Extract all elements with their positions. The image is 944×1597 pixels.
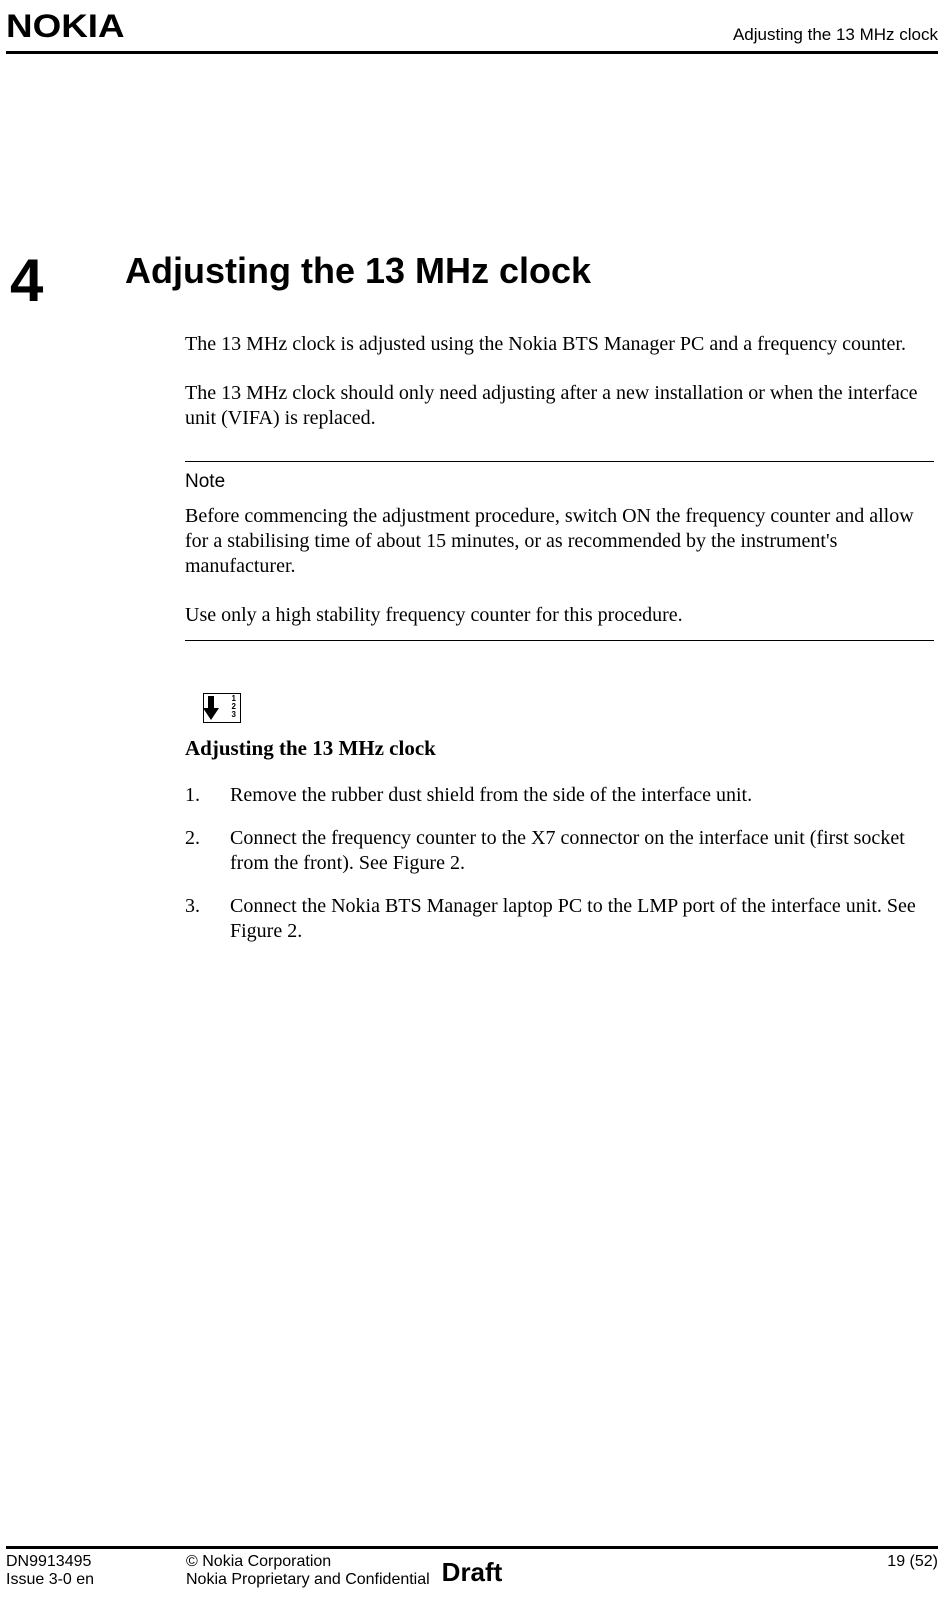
- procedure-icon: 1 2 3: [203, 693, 241, 723]
- chapter-number: 4: [10, 246, 43, 315]
- body-text: The 13 MHz clock is adjusted using the N…: [185, 332, 934, 944]
- header-rule: [6, 51, 938, 54]
- step-number: 1.: [185, 783, 230, 808]
- procedure-title: Adjusting the 13 MHz clock: [185, 735, 934, 761]
- content-area: 4 Adjusting the 13 MHz clock The 13 MHz …: [0, 250, 944, 962]
- note-rule-bottom: [185, 640, 934, 641]
- step-text: Connect the frequency counter to the X7 …: [230, 826, 934, 876]
- step-text: Remove the rubber dust shield from the s…: [230, 783, 934, 808]
- step-number: 2.: [185, 826, 230, 876]
- page-header: NOKIA Adjusting the 13 MHz clock: [0, 0, 944, 51]
- procedure-icon-digit: 3: [232, 711, 236, 719]
- running-title: Adjusting the 13 MHz clock: [733, 25, 938, 45]
- note-rule-top: [185, 461, 934, 462]
- note-paragraph: Before commencing the adjustment procedu…: [185, 504, 934, 579]
- page-footer: Draft DN9913495 © Nokia Corporation 19 (…: [6, 1546, 938, 1589]
- nokia-logo: NOKIA: [6, 8, 125, 45]
- intro-paragraph: The 13 MHz clock is adjusted using the N…: [185, 332, 934, 357]
- draft-status: Draft: [442, 1557, 503, 1588]
- procedure-icon-digits: 1 2 3: [232, 695, 236, 719]
- chapter-title: Adjusting the 13 MHz clock: [125, 250, 934, 292]
- page-number: 19 (52): [858, 1553, 938, 1571]
- procedure-step: 1. Remove the rubber dust shield from th…: [185, 783, 934, 808]
- issue: Issue 3-0 en: [6, 1571, 186, 1589]
- procedure-step: 2. Connect the frequency counter to the …: [185, 826, 934, 876]
- intro-paragraph: The 13 MHz clock should only need adjust…: [185, 381, 934, 431]
- arrow-down-icon: [203, 708, 219, 720]
- confidentiality: Nokia Proprietary and Confidential: [186, 1571, 858, 1589]
- page: NOKIA Adjusting the 13 MHz clock 4 Adjus…: [0, 0, 944, 1597]
- procedure-step: 3. Connect the Nokia BTS Manager laptop …: [185, 894, 934, 944]
- note-paragraph: Use only a high stability frequency coun…: [185, 603, 934, 628]
- doc-number: DN9913495: [6, 1553, 186, 1571]
- step-text: Connect the Nokia BTS Manager laptop PC …: [230, 894, 934, 944]
- step-number: 3.: [185, 894, 230, 944]
- footer-rule: [6, 1546, 938, 1549]
- note-heading: Note: [185, 470, 934, 494]
- copyright: © Nokia Corporation: [186, 1553, 858, 1571]
